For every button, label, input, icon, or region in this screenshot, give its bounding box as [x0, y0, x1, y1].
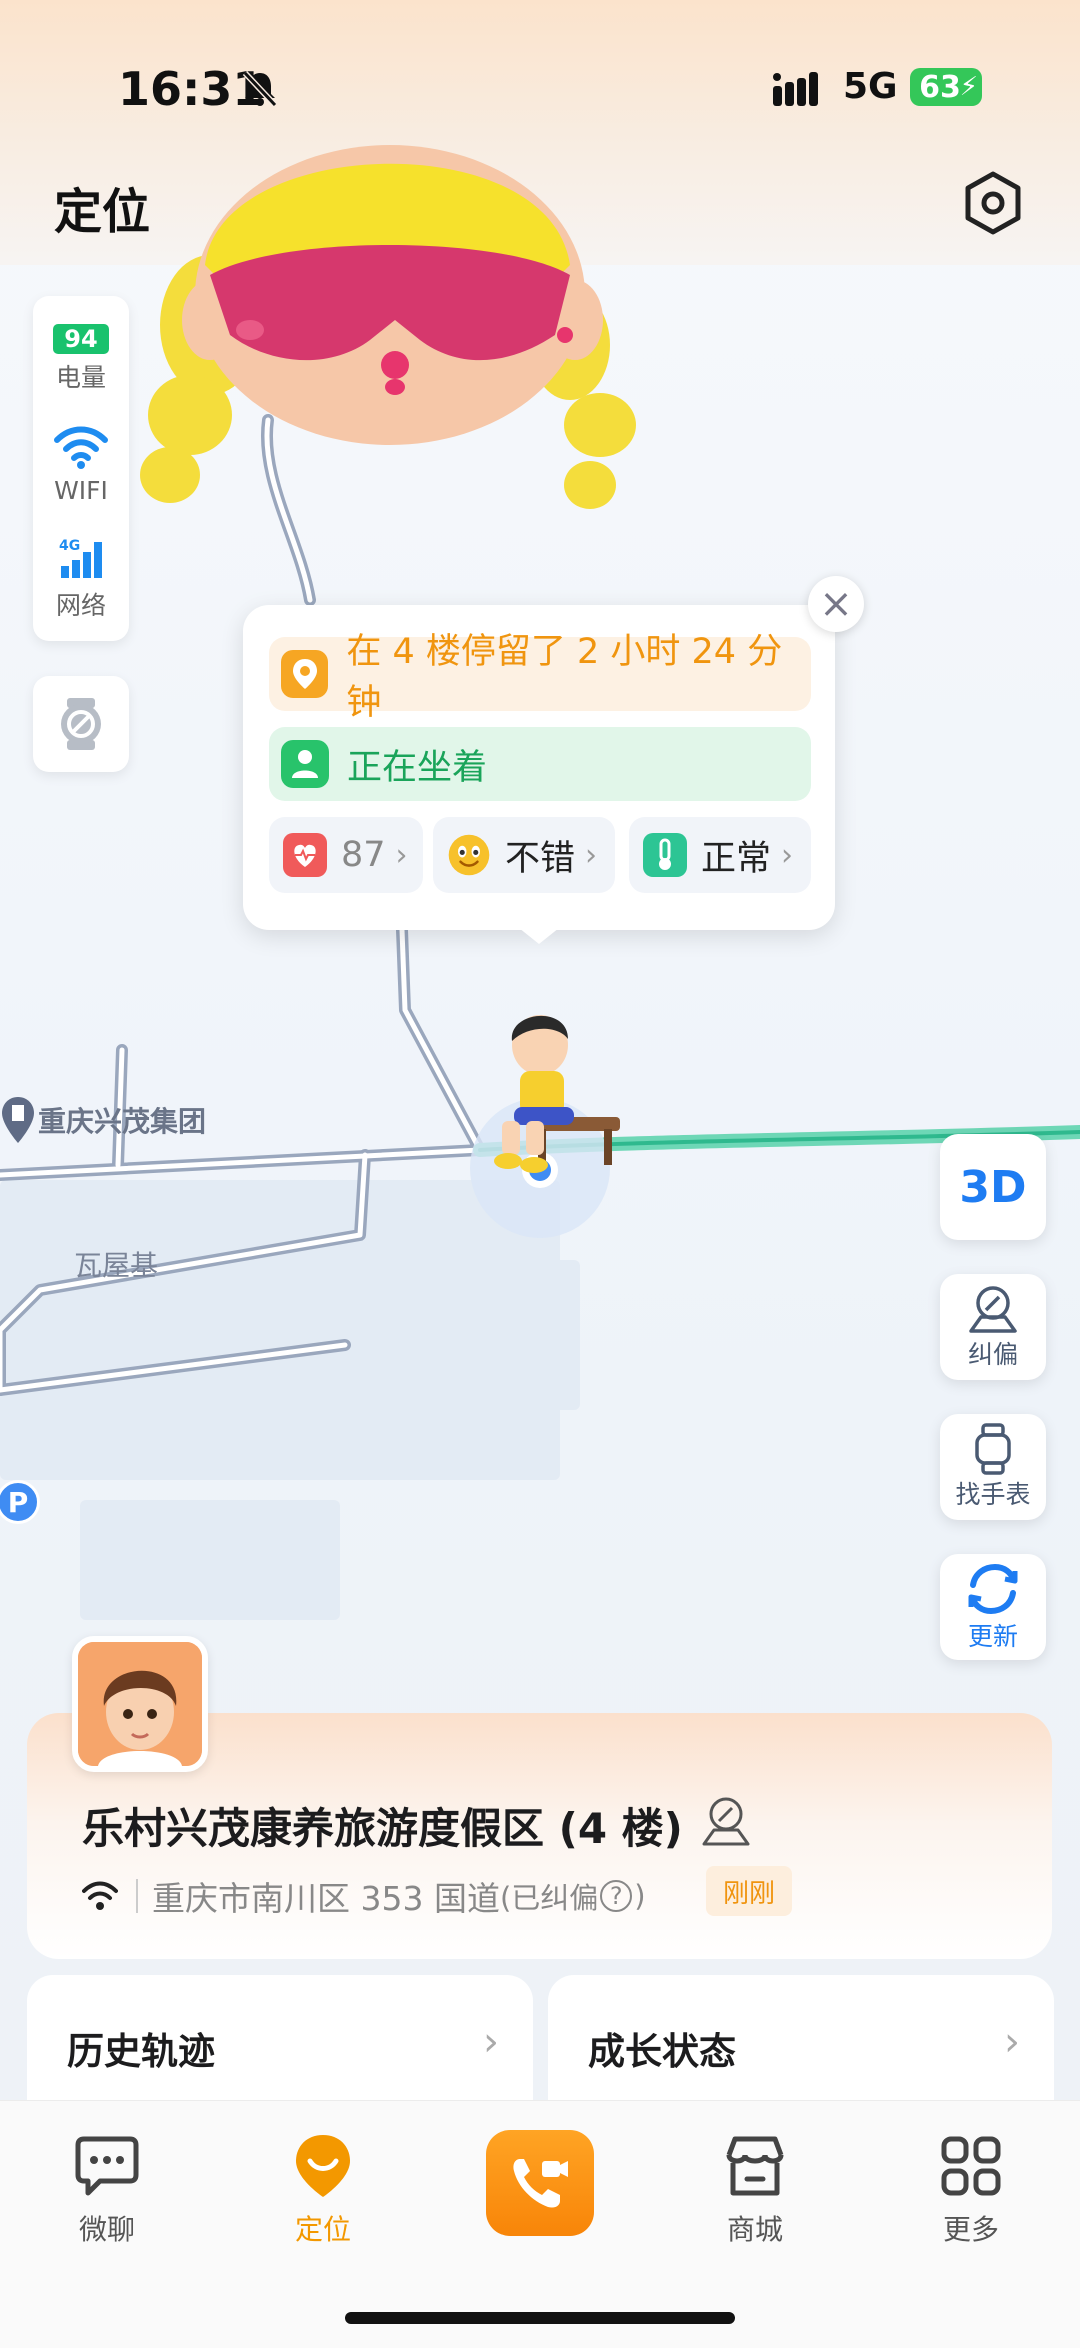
video-call-button[interactable]: [486, 2130, 594, 2236]
stay-duration-pill[interactable]: 在 4 楼停留了 2 小时 24 分钟: [269, 632, 811, 723]
network-signal-icon: 4G: [59, 538, 102, 578]
wifi-source-icon: [82, 1881, 118, 1910]
tab-location-label: 定位: [294, 2213, 351, 2246]
silent-bell-icon: [242, 70, 278, 108]
child-avatar[interactable]: [72, 1636, 208, 1772]
building-poi-icon: [2, 1097, 34, 1143]
cell-signal-icon: [773, 72, 818, 106]
battery-level: 63: [919, 69, 961, 105]
location-subtitle: 重庆市南川区 353 国道 (已纠偏 ? ): [82, 1872, 646, 1920]
battery-label: 电量: [55, 363, 106, 392]
network-label: 网络: [55, 591, 106, 620]
location-title: 乐村兴茂康养旅游度假区 (4 楼): [82, 1804, 683, 1853]
view-3d-button[interactable]: 3D: [940, 1134, 1046, 1240]
close-popup-button[interactable]: ×: [808, 576, 864, 632]
heart-rate-value: 87: [341, 835, 386, 875]
divider: [136, 1879, 138, 1913]
battery-indicator: 63 ⚡: [910, 68, 982, 106]
grid-icon: [896, 2130, 1046, 2202]
watch-disabled-button[interactable]: [33, 676, 129, 772]
tab-more-label: 更多: [942, 2213, 999, 2246]
location-smile-icon: [248, 2130, 398, 2202]
cartoon-girl-sticker: [140, 145, 636, 509]
network-type: 5G: [843, 66, 898, 107]
network-status: 4G 网络: [33, 536, 129, 622]
corrected-location-icon[interactable]: [700, 1794, 752, 1848]
tab-shop[interactable]: 商城: [680, 2130, 830, 2248]
place-label: 瓦屋基: [74, 1249, 159, 1282]
watch-off-icon: [61, 698, 101, 750]
watch-icon: [975, 1423, 1011, 1475]
correct-location-button[interactable]: 纠偏: [940, 1274, 1046, 1380]
corrected-note-end: ): [634, 1879, 646, 1913]
location-correct-icon: [969, 1286, 1017, 1333]
tab-shop-label: 商城: [726, 2213, 783, 2246]
temperature-value: 正常: [701, 838, 772, 879]
device-battery-value: 94: [53, 324, 109, 354]
refresh-location-button[interactable]: 更新: [940, 1554, 1046, 1660]
location-pin-icon: [281, 650, 329, 698]
smiley-face-icon: [447, 833, 491, 877]
charging-bolt-icon: ⚡: [959, 72, 978, 102]
tab-chat-label: 微聊: [78, 2213, 135, 2246]
tab-chat[interactable]: 微聊: [32, 2130, 182, 2248]
device-status-panel: 94 电量 WIFI 4G 网络: [33, 296, 129, 641]
wifi-label: WIFI: [54, 476, 108, 505]
heart-rate-icon: [283, 833, 327, 877]
mood-value: 不错: [505, 838, 576, 879]
find-watch-button[interactable]: 找手表: [940, 1414, 1046, 1520]
person-icon: [281, 740, 329, 788]
home-indicator: [345, 2312, 735, 2324]
chevron-right-icon: ›: [483, 2019, 499, 2065]
poi-label[interactable]: 重庆兴茂集团: [38, 1100, 206, 1140]
tab-more[interactable]: 更多: [896, 2130, 1046, 2248]
chat-bubble-icon: [32, 2130, 182, 2202]
activity-pill[interactable]: 正在坐着: [269, 727, 811, 801]
activity-text: 正在坐着: [347, 747, 488, 788]
chevron-right-icon: ›: [781, 837, 794, 873]
heart-rate-chip[interactable]: 87 ›: [269, 817, 423, 893]
wifi-icon: [54, 426, 108, 469]
chevron-right-icon: ›: [585, 837, 598, 873]
child-portrait: [78, 1642, 202, 1766]
chevron-right-icon: ›: [395, 837, 408, 873]
temperature-chip[interactable]: 正常 ›: [629, 817, 811, 893]
status-popup: 在 4 楼停留了 2 小时 24 分钟 正在坐着 87 › 不错 › 正常 ›: [243, 605, 835, 944]
thermometer-icon: [643, 833, 687, 877]
close-icon: ×: [819, 581, 853, 627]
refresh-label: 更新: [967, 1622, 1018, 1651]
wifi-status: WIFI: [33, 424, 129, 505]
corrected-note: (已纠偏: [499, 1881, 599, 1915]
child-location-avatar[interactable]: [468, 1005, 628, 1175]
history-track-title: 历史轨迹: [67, 2030, 215, 2073]
correct-label: 纠偏: [967, 1340, 1018, 1369]
tab-location[interactable]: 定位: [248, 2130, 398, 2248]
refresh-icon: [968, 1563, 1018, 1615]
popup-pointer: [519, 928, 559, 944]
shop-icon: [680, 2130, 830, 2202]
phone-video-icon: [513, 2159, 568, 2208]
growth-status-title: 成长状态: [588, 2030, 736, 2073]
update-time-badge: 刚刚: [706, 1866, 792, 1916]
battery-status: 94 电量: [33, 324, 129, 394]
settings-hexagon-icon[interactable]: [960, 170, 1026, 236]
chevron-right-icon: ›: [1004, 2019, 1020, 2065]
network-type-text: 4G: [59, 538, 80, 554]
mood-chip[interactable]: 不错 ›: [433, 817, 615, 893]
location-address: 重庆市南川区 353 国道: [152, 1879, 500, 1918]
find-watch-label: 找手表: [955, 1480, 1031, 1509]
help-icon[interactable]: ?: [600, 1880, 633, 1912]
stay-duration-text: 在 4 楼停留了 2 小时 24 分钟: [346, 632, 783, 723]
